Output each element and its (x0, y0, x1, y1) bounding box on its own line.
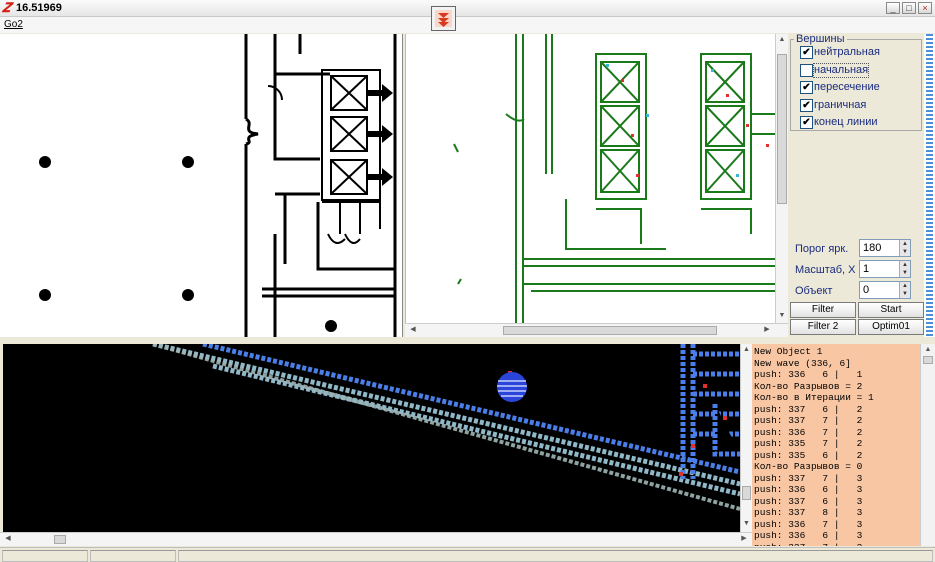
scroll-right-icon[interactable]: ▶ (738, 533, 750, 545)
status-pane (2, 550, 88, 562)
log-line: push: 337 8 | 3 (754, 507, 863, 518)
scroll-thumb[interactable] (54, 535, 66, 544)
object-stepper[interactable]: 0 ▲ ▼ (859, 281, 911, 299)
log-line: push: 336 6 | 3 (754, 530, 863, 541)
close-button[interactable]: × (918, 2, 932, 14)
maximize-button[interactable]: □ (902, 2, 916, 14)
title-bar: 𝒁 16.51969 _ □ × (0, 0, 935, 17)
scale-value: 1 (863, 263, 870, 275)
stepper-down-icon[interactable]: ▼ (899, 269, 910, 277)
scroll-down-icon[interactable]: ▼ (776, 310, 788, 322)
horizontal-scrollbar[interactable]: ◀ ▶ (0, 532, 752, 546)
threshold-value: 180 (863, 242, 882, 254)
scroll-up-icon[interactable]: ▲ (741, 344, 752, 356)
app-icon: 𝒁 (2, 0, 11, 15)
scroll-up-icon[interactable]: ▲ (776, 34, 788, 46)
checkbox-line-end[interactable]: ✔ (800, 116, 813, 129)
scroll-left-icon[interactable]: ◀ (407, 324, 419, 336)
object-label: Объект (795, 285, 833, 297)
window-title: 16.51969 (16, 2, 62, 14)
pixel-canvas[interactable] (3, 344, 740, 532)
threshold-stepper[interactable]: 180 ▲ ▼ (859, 239, 911, 257)
start-button[interactable]: Start (858, 302, 924, 318)
threshold-label: Порог ярк. (795, 243, 849, 255)
status-bar (0, 547, 935, 562)
checkbox-start-label: начальная (812, 63, 870, 78)
vertex-group-title: Вершины (794, 33, 847, 46)
log-line: push: 337 6 | 3 (754, 495, 863, 507)
stepper-down-icon[interactable]: ▼ (899, 248, 910, 256)
log-output: New Object 1 New wave (336, 6] push: 336 6… (752, 344, 920, 546)
log-scrollbar[interactable]: ▲ (920, 344, 935, 546)
scale-label: Масштаб, X (795, 264, 856, 276)
checkbox-start[interactable] (800, 64, 813, 77)
log-line: push: 336 6 | 3 (754, 484, 863, 495)
filter-button[interactable]: Filter (790, 302, 856, 318)
pixel-zoom-image (152, 344, 740, 511)
optim01-button[interactable]: Optim01 (858, 319, 924, 335)
minimize-button[interactable]: _ (886, 2, 900, 14)
double-chevron-down-icon (435, 10, 452, 27)
floorplan-canvas[interactable] (0, 34, 403, 337)
stepper-up-icon[interactable]: ▲ (899, 240, 910, 248)
log-line: push: 337 6 | 2 (754, 403, 863, 415)
stepper-up-icon[interactable]: ▲ (899, 282, 910, 290)
scroll-thumb[interactable] (777, 54, 787, 204)
progress-strip (924, 34, 935, 337)
scroll-down-icon[interactable]: ▼ (741, 518, 752, 530)
log-line: push: 337 7 | 2 (754, 415, 863, 426)
checkbox-boundary-label: граничная (814, 99, 867, 111)
log-line: Кол-во в Итерации = 1 (754, 392, 874, 403)
log-line: push: 335 7 | 2 (754, 438, 863, 449)
log-line: Кол-во Разрывов = 2 (754, 380, 863, 392)
log-line: push: 336 7 | 2 (754, 426, 863, 438)
stepper-up-icon[interactable]: ▲ (899, 261, 910, 269)
log-line: New wave (336, 6] (754, 357, 851, 369)
log-line: push: 337 7 | 3 (754, 472, 863, 484)
checkbox-intersection[interactable]: ✔ (800, 81, 813, 94)
log-line: Кол-во Разрывов = 0 (754, 461, 863, 472)
log-line: New Object 1 (754, 346, 823, 357)
menu-item-go2[interactable]: Go2 (4, 18, 23, 32)
menu-bar: Go2 (0, 17, 935, 33)
scale-stepper[interactable]: 1 ▲ ▼ (859, 260, 911, 278)
checkbox-boundary[interactable]: ✔ (800, 99, 813, 112)
vertical-scrollbar[interactable]: ▲ ▼ (740, 344, 752, 532)
scroll-thumb[interactable] (923, 356, 933, 364)
horizontal-scrollbar[interactable]: ◀ ▶ (405, 323, 788, 337)
log-line: push: 336 6 | 1 (754, 369, 863, 380)
scroll-right-icon[interactable]: ▶ (761, 324, 773, 336)
checkbox-neutral-label: нейтральная (814, 46, 880, 58)
scroll-thumb[interactable] (503, 326, 717, 335)
filter2-button[interactable]: Filter 2 (790, 319, 856, 335)
vector-canvas[interactable] (405, 34, 788, 337)
floorplan-image (39, 34, 397, 337)
stepper-down-icon[interactable]: ▼ (899, 290, 910, 298)
log-line: push: 335 6 | 2 (754, 449, 863, 461)
object-value: 0 (863, 284, 870, 296)
checkbox-line-end-label: конец линии (814, 116, 878, 128)
log-line: push: 336 7 | 3 (754, 518, 863, 530)
scroll-left-icon[interactable]: ◀ (2, 533, 14, 545)
status-pane (178, 550, 933, 562)
collapse-button[interactable] (431, 6, 456, 31)
scroll-thumb[interactable] (742, 486, 751, 500)
status-pane (90, 550, 176, 562)
log-line: push: 337 7 | 3 (754, 542, 920, 547)
scroll-up-icon[interactable]: ▲ (922, 344, 934, 356)
checkbox-neutral[interactable]: ✔ (800, 46, 813, 59)
vectorized-image (453, 34, 788, 337)
checkbox-intersection-label: пересечение (814, 81, 880, 93)
vertical-scrollbar[interactable]: ▲ ▼ (775, 34, 788, 323)
splitter[interactable] (0, 337, 935, 343)
